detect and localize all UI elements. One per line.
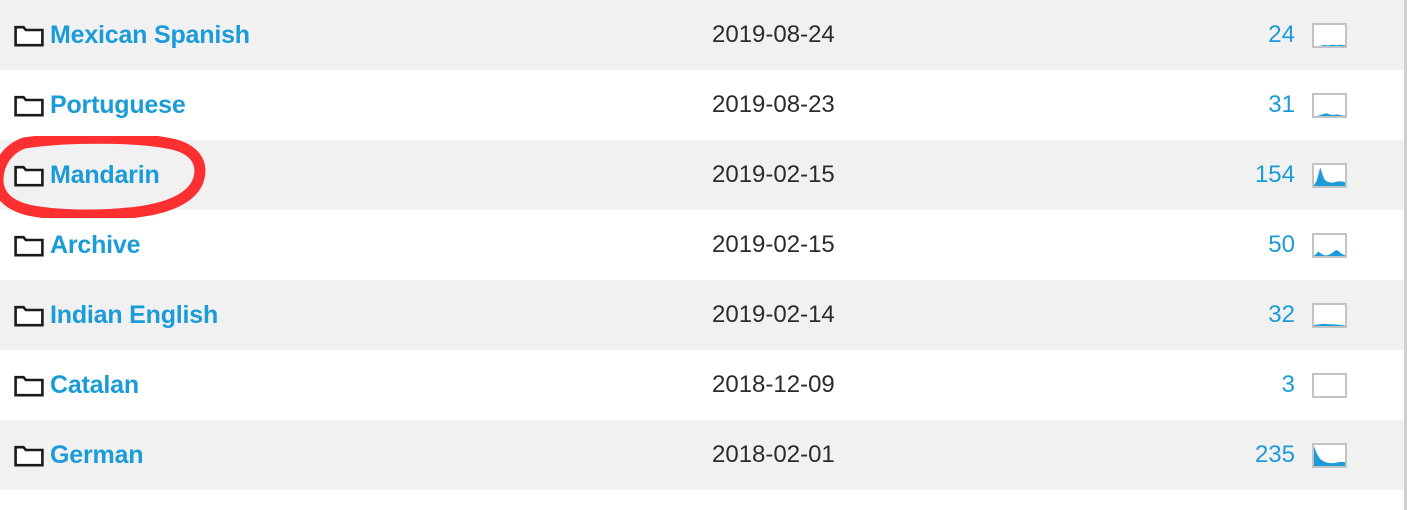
sparkline-bumps[interactable] — [1312, 232, 1347, 258]
folder-icon — [14, 165, 44, 187]
sparkline-flat[interactable] — [1312, 22, 1347, 48]
folder-date-cell: 2019-02-15 — [712, 140, 1172, 210]
folder-name-wrap: German — [0, 442, 712, 468]
folder-name-link[interactable]: Portuguese — [50, 92, 186, 118]
folder-name-wrap: Indian English — [0, 302, 712, 328]
sparkline-wrap — [1295, 302, 1405, 328]
folder-icon — [14, 95, 44, 117]
folder-date-cell: 2019-02-14 — [712, 280, 1172, 350]
folder-date: 2019-08-24 — [712, 21, 835, 48]
folder-date-cell — [712, 490, 1172, 510]
table-row[interactable]: Catalan 2018-12-09 3 — [0, 350, 1405, 420]
folder-table: Mexican Spanish 2019-08-24 24 Portuguese 201… — [0, 0, 1405, 510]
sparkline-wrap — [1295, 232, 1405, 258]
folder-name-cell: Catalan — [0, 350, 712, 420]
table-row[interactable]: Mandarin 2019-02-15 154 — [0, 140, 1405, 210]
folder-activity-cell — [1295, 490, 1405, 510]
folder-count-cell: 50 — [1172, 210, 1295, 280]
folder-count-cell — [1172, 490, 1295, 510]
folder-name-cell: Portuguese — [0, 70, 712, 140]
folder-name-link[interactable]: Indian English — [50, 302, 218, 328]
folder-name-link[interactable]: Mandarin — [50, 162, 160, 188]
sparkline-wrap — [1295, 372, 1405, 398]
table-row[interactable]: German 2018-02-01 235 — [0, 420, 1405, 490]
folder-name-link[interactable]: Archive — [50, 232, 141, 258]
table-row[interactable]: Portuguese 2019-08-23 31 — [0, 70, 1405, 140]
folder-name-link[interactable]: Mexican Spanish — [50, 22, 250, 48]
folder-name-wrap: Mandarin — [0, 162, 712, 188]
folder-activity-cell — [1295, 420, 1405, 490]
folder-name-cell: Mexican Spanish — [0, 0, 712, 70]
table-row[interactable]: Indian English 2019-02-14 32 — [0, 280, 1405, 350]
folder-name-link[interactable]: Catalan — [50, 372, 139, 398]
folder-name-cell: Mandarin — [0, 140, 712, 210]
folder-date-cell: 2018-02-01 — [712, 420, 1172, 490]
folder-count-cell: 235 — [1172, 420, 1295, 490]
folder-date: 2019-02-15 — [712, 161, 835, 188]
folder-date: 2018-02-01 — [712, 441, 835, 468]
folder-name-wrap: Catalan — [0, 372, 712, 398]
folder-icon — [14, 305, 44, 327]
table-row[interactable]: Archive 2019-02-15 50 — [0, 210, 1405, 280]
right-gutter — [1407, 0, 1414, 510]
folder-count-cell: 24 — [1172, 0, 1295, 70]
folder-date-cell: 2019-02-15 — [712, 210, 1172, 280]
folder-count-link[interactable]: 154 — [1172, 161, 1295, 189]
folder-activity-cell — [1295, 70, 1405, 140]
sparkline-wrap — [1295, 442, 1405, 468]
folder-name-cell: Indian English — [0, 280, 712, 350]
folder-count-link[interactable]: 50 — [1172, 231, 1295, 259]
table-row[interactable]: Mexican Spanish 2019-08-24 24 — [0, 0, 1405, 70]
folder-name-cell: Archive — [0, 210, 712, 280]
folder-icon — [14, 25, 44, 47]
folder-count-cell: 31 — [1172, 70, 1295, 140]
folder-icon — [14, 375, 44, 397]
folder-count-link[interactable]: 24 — [1172, 21, 1295, 49]
folder-activity-cell — [1295, 210, 1405, 280]
folder-count-link[interactable]: 32 — [1172, 301, 1295, 329]
folder-date-cell: 2019-08-23 — [712, 70, 1172, 140]
sparkline-wrap — [1295, 162, 1405, 188]
sparkline-decay[interactable] — [1312, 442, 1347, 468]
folder-date-cell: 2019-08-24 — [712, 0, 1172, 70]
folder-name-wrap: Portuguese — [0, 92, 712, 118]
folder-name-wrap: Archive — [0, 232, 712, 258]
folder-name-cell — [0, 490, 712, 510]
folder-name-wrap: Mexican Spanish — [0, 22, 712, 48]
sparkline-flat[interactable] — [1312, 92, 1347, 118]
folder-date-cell: 2018-12-09 — [712, 350, 1172, 420]
folder-table-body: Mexican Spanish 2019-08-24 24 Portuguese 201… — [0, 0, 1405, 510]
folder-count-cell: 3 — [1172, 350, 1295, 420]
folder-date: 2018-12-09 — [712, 371, 835, 398]
sparkline-flat[interactable] — [1312, 302, 1347, 328]
folder-icon — [14, 235, 44, 257]
folder-name-cell: German — [0, 420, 712, 490]
folder-count-cell: 154 — [1172, 140, 1295, 210]
folder-activity-cell — [1295, 140, 1405, 210]
folder-name-link[interactable]: German — [50, 442, 143, 468]
folder-list-screen: Mexican Spanish 2019-08-24 24 Portuguese 201… — [0, 0, 1414, 510]
folder-count-link[interactable]: 31 — [1172, 91, 1295, 119]
folder-icon — [14, 445, 44, 467]
table-row[interactable] — [0, 490, 1405, 510]
folder-date: 2019-02-14 — [712, 301, 835, 328]
sparkline-wrap — [1295, 92, 1405, 118]
folder-activity-cell — [1295, 350, 1405, 420]
folder-count-cell: 32 — [1172, 280, 1295, 350]
sparkline-wrap — [1295, 22, 1405, 48]
folder-date: 2019-08-23 — [712, 91, 835, 118]
folder-count-link[interactable]: 3 — [1172, 371, 1295, 399]
folder-activity-cell — [1295, 0, 1405, 70]
folder-activity-cell — [1295, 280, 1405, 350]
folder-date: 2019-02-15 — [712, 231, 835, 258]
folder-count-link[interactable]: 235 — [1172, 441, 1295, 469]
sparkline-peak[interactable] — [1312, 162, 1347, 188]
sparkline-empty[interactable] — [1312, 372, 1347, 398]
